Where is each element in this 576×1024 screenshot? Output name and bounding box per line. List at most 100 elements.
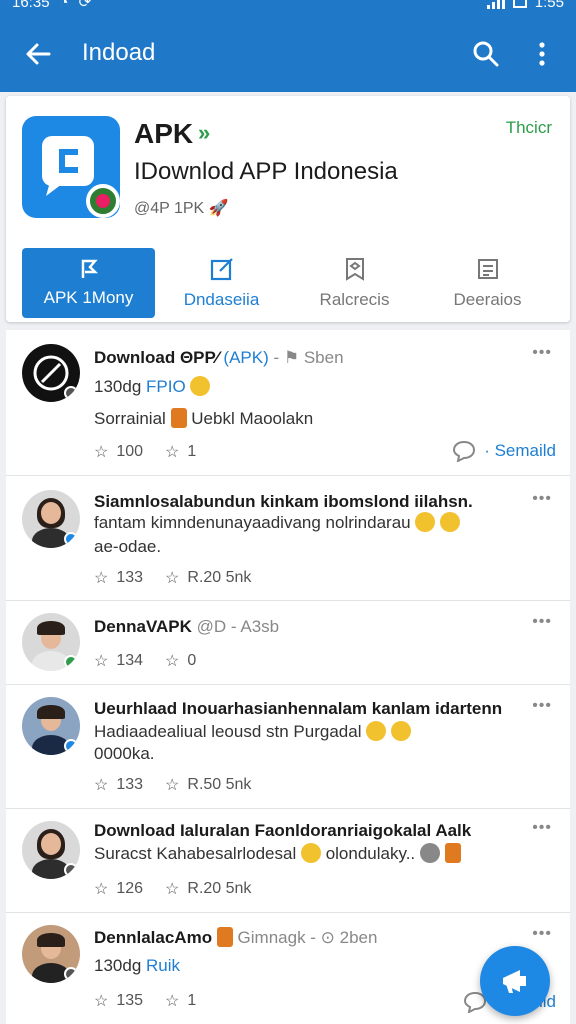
favorites-stat[interactable]: ☆ 1: [165, 442, 196, 462]
app-subtitle: IDownlod APP Indonesia: [134, 158, 398, 185]
post-tag: Ruik: [146, 956, 181, 975]
likes-stat[interactable]: ☆ 134: [94, 651, 143, 671]
status-time-left: 16:35: [12, 0, 50, 11]
chevrons-right-icon: »: [198, 120, 211, 145]
post-title: DennlalacAmo Gimnagk - ⊙ 2ben: [94, 927, 524, 948]
likes-stat[interactable]: ☆ 100: [94, 442, 143, 462]
app-bar: Indoad: [0, 16, 576, 92]
post-stats: ☆ 133 ☆ R.50 5nk: [94, 775, 251, 795]
likes-count: 133: [116, 776, 144, 793]
more-options-button[interactable]: [522, 34, 562, 74]
verified-badge-icon: [64, 655, 78, 669]
post-text-line: Sorrainial: [94, 409, 171, 428]
list-item[interactable]: Siamnlosalabundun kinkam ibomslond iilah…: [6, 476, 570, 601]
post-title: Ueurhlaad Inouarhasianhennalam kanlam id…: [94, 699, 503, 718]
likes-stat[interactable]: ☆ 126: [94, 879, 143, 899]
star-icon: ☆: [165, 570, 180, 587]
status-bar: 16:35 ◔ ⟳ 1:55: [0, 0, 576, 16]
favorites-count: R.20 5nk: [187, 569, 252, 586]
post-title-tag: (APK): [223, 348, 269, 367]
star-icon: ☆: [94, 993, 109, 1010]
likes-stat[interactable]: ☆ 133: [94, 775, 143, 795]
tab-label: Dndaseiia: [183, 290, 260, 309]
avatar: [22, 925, 80, 983]
tab-label: Ralcrecis: [319, 290, 390, 309]
status-time-right: 1:55: [534, 0, 564, 11]
follow-link[interactable]: Thcicr: [506, 118, 552, 138]
comment-button[interactable]: · Semaild: [452, 440, 556, 462]
post-meta: - ⚑ Sben: [268, 348, 344, 367]
favorites-stat[interactable]: ☆ 1: [165, 991, 196, 1011]
post-title-text: Download ΘPP⁄: [94, 348, 224, 367]
tab-deeraios[interactable]: Deeraios: [421, 248, 554, 318]
likes-stat[interactable]: ☆ 135: [94, 991, 143, 1011]
favorites-stat[interactable]: ☆ R.20 5nk: [165, 879, 251, 899]
app-handle-text: @4P 1PK: [134, 200, 205, 217]
badge-icon: [345, 258, 364, 281]
emoji-icon: [300, 843, 321, 863]
hand-icon: [444, 843, 461, 863]
list-item[interactable]: Ueurhlaad Inouarhasianhennalam kanlam id…: [6, 685, 570, 809]
post-title: Download Ialuralan Faonldoranriaigokalal…: [94, 821, 472, 840]
verified-badge-icon: [64, 863, 78, 877]
post-meta: Gimnagk - ⊙ 2ben: [237, 928, 378, 947]
emoji-icon: [366, 721, 387, 741]
more-horizontal-icon[interactable]: •••: [532, 819, 552, 837]
list-item[interactable]: DennaVAPK @D - A3sb ••• ☆ 134 ☆ 0: [6, 601, 570, 685]
more-horizontal-icon[interactable]: •••: [532, 344, 552, 362]
sync-icon: ⟳: [78, 0, 92, 11]
more-horizontal-icon[interactable]: •••: [532, 925, 552, 943]
search-button[interactable]: [464, 34, 508, 74]
star-icon: ☆: [165, 653, 180, 670]
post-text-line: Suracst Kahabesalrlodesal: [94, 844, 297, 863]
app-handle: @4P 1PK 🚀: [134, 198, 229, 218]
post-stats: ☆ 135 ☆ 1: [94, 991, 196, 1011]
avatar: [22, 344, 80, 402]
bookmark-flag-icon: [81, 259, 98, 278]
emoji-icon: [415, 512, 436, 532]
avatar: [22, 490, 80, 548]
app-header-card: APK » Thcicr IDownlod APP Indonesia @4P …: [6, 96, 570, 322]
list-item[interactable]: Download Ialuralan Faonldoranriaigokalal…: [6, 809, 570, 913]
favorites-stat[interactable]: ☆ R.20 5nk: [165, 568, 251, 588]
notification-icon: ◔: [59, 0, 69, 11]
post-text-line: fantam kimndenunayaadivang nolrindarau: [94, 513, 411, 532]
emoji-icon: [390, 721, 411, 741]
post-text: ae-odae.: [94, 537, 162, 556]
post-title: Download ΘPP⁄ (APK) - ⚑ Sben: [94, 348, 524, 368]
tab-apk-money[interactable]: APK 1Mony: [22, 248, 155, 318]
more-vertical-icon: [539, 42, 545, 66]
tab-ralcrecis[interactable]: Ralcrecis: [288, 248, 421, 318]
post-stats: ☆ 126 ☆ R.20 5nk: [94, 879, 251, 899]
verified-badge-icon: [64, 967, 78, 981]
more-horizontal-icon[interactable]: •••: [532, 490, 552, 508]
list-item[interactable]: Download ΘPP⁄ (APK) - ⚑ Sben ••• 130dg F…: [6, 330, 570, 476]
favorites-stat[interactable]: ☆ R.50 5nk: [165, 775, 251, 795]
speech-icon: [419, 843, 440, 863]
back-button[interactable]: [18, 34, 58, 74]
post-text: 130dg Ruik: [94, 953, 524, 978]
battery-icon: [512, 0, 527, 8]
tab-dndaseiia[interactable]: Dndaseiia: [155, 248, 288, 318]
likes-stat[interactable]: ☆ 133: [94, 568, 143, 588]
arrow-left-icon: [26, 43, 51, 65]
favorites-count: 0: [187, 652, 197, 669]
emoji-icon: [440, 512, 461, 532]
app-name: APK: [134, 118, 194, 149]
post-text-line: olondulaky..: [320, 844, 416, 863]
search-icon: [473, 41, 499, 67]
fire-icon: [216, 927, 233, 947]
comment-bubble-icon: [453, 440, 476, 462]
rocket-icon: 🚀: [208, 200, 229, 217]
compose-fab-button[interactable]: [480, 946, 550, 1016]
favorites-count: R.50 5nk: [187, 776, 252, 793]
favorites-stat[interactable]: ☆ 0: [165, 651, 196, 671]
star-icon: ☆: [94, 570, 109, 587]
favorites-count: R.20 5nk: [187, 880, 252, 897]
favorites-count: 1: [187, 443, 197, 460]
more-horizontal-icon[interactable]: •••: [532, 613, 552, 631]
header-tabs: APK 1Mony Dndaseiia Ralcrecis Deeraios: [22, 248, 554, 318]
action-label: · Semaild: [484, 441, 556, 460]
more-horizontal-icon[interactable]: •••: [532, 697, 552, 715]
post-feed: Download ΘPP⁄ (APK) - ⚑ Sben ••• 130dg F…: [6, 330, 570, 1024]
